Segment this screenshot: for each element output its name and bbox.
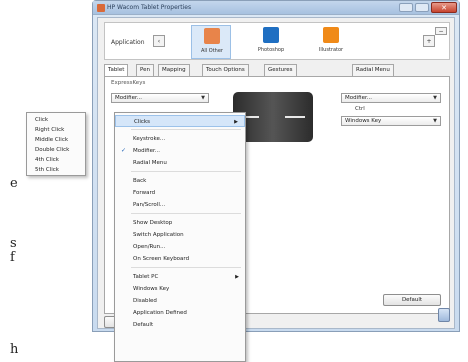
margin-text: h xyxy=(10,342,19,357)
menu-item-clicks[interactable]: Clicks ▶ xyxy=(115,115,245,127)
menu-item-back[interactable]: Back xyxy=(115,175,245,187)
function-context-menu: Clicks ▶ Keystroke... ✓ Modifier... Radi… xyxy=(114,112,246,362)
menu-separator xyxy=(131,267,241,268)
right-key-dropdown-2[interactable]: Windows Key ▼ xyxy=(341,116,441,126)
key-line-right xyxy=(285,116,305,118)
menu-separator xyxy=(131,129,241,130)
illustrator-icon xyxy=(323,27,339,43)
menu-item-default[interactable]: Default xyxy=(115,319,245,331)
menu-item-switch-application[interactable]: Switch Application xyxy=(115,229,245,241)
app-item-label: Illustrator xyxy=(318,47,344,53)
submenu-item-middle-click[interactable]: Middle Click xyxy=(27,135,85,145)
expresskeys-label: ExpressKeys xyxy=(111,80,146,86)
app-item-label: Photoshop xyxy=(257,47,285,53)
title-bar[interactable]: HP Wacom Tablet Properties ✕ xyxy=(93,1,459,15)
application-label: Application xyxy=(111,39,145,46)
left-key-dropdown[interactable]: Modifier... ▼ xyxy=(111,93,209,103)
menu-separator xyxy=(131,213,241,214)
menu-item-label: Clicks xyxy=(134,119,150,125)
menu-item-modifier[interactable]: ✓ Modifier... xyxy=(115,145,245,157)
submenu-arrow-icon: ▶ xyxy=(235,274,239,280)
dropdown-value: Windows Key xyxy=(345,118,382,124)
default-button[interactable]: Default xyxy=(383,294,441,306)
submenu-item-right-click[interactable]: Right Click xyxy=(27,125,85,135)
chevron-down-icon: ▼ xyxy=(201,95,205,101)
menu-item-open-run[interactable]: Open/Run... xyxy=(115,241,245,253)
chevron-down-icon: ▼ xyxy=(433,95,437,101)
app-item-label: All Other xyxy=(201,48,223,54)
menu-item-label: Modifier... xyxy=(133,148,160,154)
app-remove-button[interactable]: − xyxy=(435,27,447,35)
menu-item-disabled[interactable]: Disabled xyxy=(115,295,245,307)
submenu-item-click[interactable]: Click xyxy=(27,115,85,125)
right-key-dropdown[interactable]: Modifier... ▼ xyxy=(341,93,441,103)
menu-item-radial-menu[interactable]: Radial Menu xyxy=(115,157,245,169)
window-title: HP Wacom Tablet Properties xyxy=(107,4,192,11)
close-button[interactable]: ✕ xyxy=(431,2,457,13)
application-strip: Application ‹ All Other Photoshop Illust… xyxy=(104,22,450,60)
menu-item-on-screen-keyboard[interactable]: On Screen Keyboard xyxy=(115,253,245,265)
menu-item-label: Tablet PC xyxy=(133,274,159,280)
clicks-submenu: Click Right Click Middle Click Double Cl… xyxy=(26,112,86,176)
app-prev-button[interactable]: ‹ xyxy=(153,35,165,47)
app-add-button[interactable]: + xyxy=(423,35,435,47)
maximize-button[interactable] xyxy=(399,3,413,12)
submenu-item-5th-click[interactable]: 5th Click xyxy=(27,165,85,175)
dropdown-value: Modifier... xyxy=(115,95,142,101)
app-item-illustrator[interactable]: Illustrator xyxy=(311,25,351,59)
margin-text: s xyxy=(10,236,17,251)
dropdown-value: Modifier... xyxy=(345,95,372,101)
help-icon[interactable] xyxy=(438,308,450,322)
margin-text: f xyxy=(10,250,15,265)
chevron-down-icon: ▼ xyxy=(433,118,437,124)
menu-item-pan-scroll[interactable]: Pan/Scroll... xyxy=(115,199,245,211)
menu-separator xyxy=(131,171,241,172)
menu-item-tablet-pc[interactable]: Tablet PC ▶ xyxy=(115,271,245,283)
minimize-button[interactable] xyxy=(415,3,429,12)
menu-item-keystroke[interactable]: Keystroke... xyxy=(115,133,245,145)
checkmark-icon: ✓ xyxy=(121,147,127,154)
submenu-item-4th-click[interactable]: 4th Click xyxy=(27,155,85,165)
menu-item-windows-key[interactable]: Windows Key xyxy=(115,283,245,295)
photoshop-icon xyxy=(263,27,279,43)
app-item-all-other[interactable]: All Other xyxy=(191,25,231,59)
menu-item-application-defined[interactable]: Application Defined xyxy=(115,307,245,319)
all-other-icon xyxy=(204,28,220,44)
submenu-item-double-click[interactable]: Double Click xyxy=(27,145,85,155)
app-icon xyxy=(97,4,105,12)
margin-text: e xyxy=(10,176,18,191)
ctrl-label: Ctrl xyxy=(355,106,365,112)
menu-item-forward[interactable]: Forward xyxy=(115,187,245,199)
submenu-arrow-icon: ▶ xyxy=(234,119,238,125)
app-item-photoshop[interactable]: Photoshop xyxy=(251,25,291,59)
menu-item-show-desktop[interactable]: Show Desktop xyxy=(115,217,245,229)
